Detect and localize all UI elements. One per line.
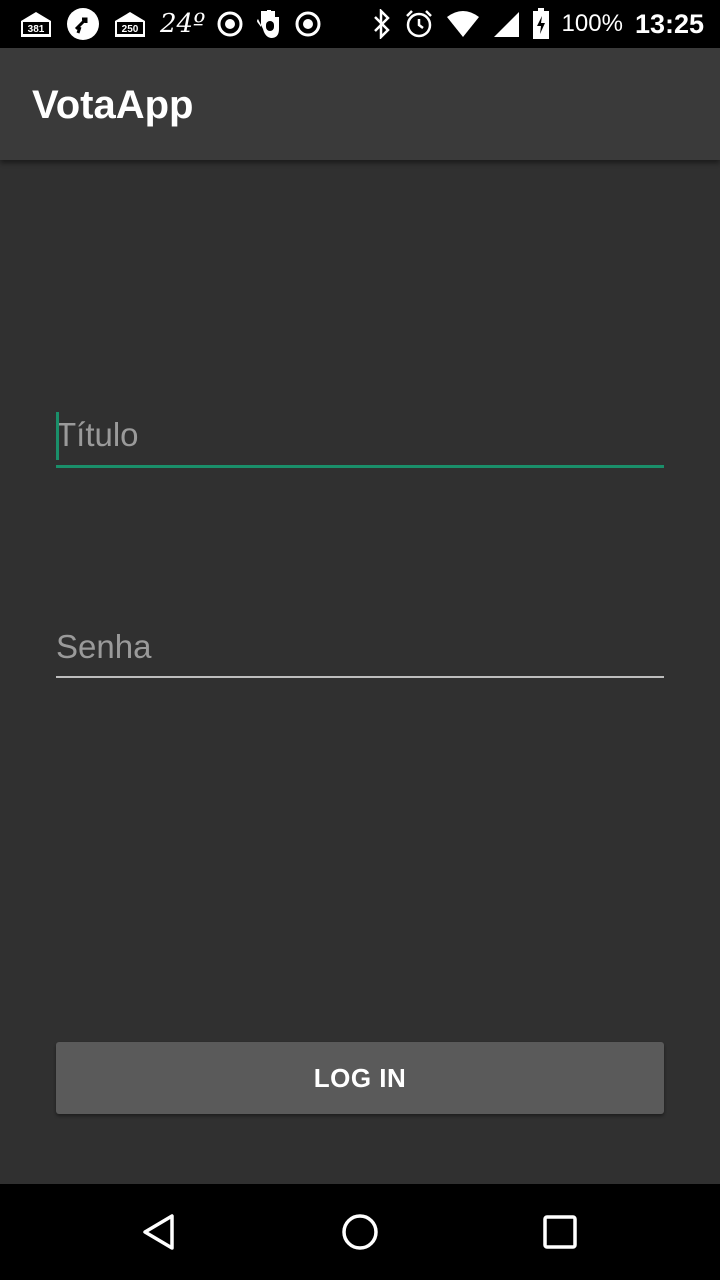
titulo-input[interactable]	[56, 408, 664, 462]
notification-area: 381 250 24º	[18, 0, 321, 48]
alarm-icon	[404, 9, 434, 39]
record-icon	[295, 11, 321, 37]
senha-field[interactable]	[56, 620, 664, 680]
clock-text: 13:25	[634, 8, 704, 39]
text-cursor	[56, 412, 59, 460]
temperature-text: 24º	[160, 9, 206, 39]
mail-250-icon: 250	[112, 9, 148, 39]
wifi-icon	[446, 10, 480, 38]
login-button[interactable]: LOG IN	[56, 1042, 664, 1114]
navigation-bar	[0, 1184, 720, 1280]
senha-input[interactable]	[56, 620, 664, 674]
back-button[interactable]	[132, 1204, 188, 1260]
battery-percent-text: 100%	[561, 10, 623, 37]
hand-icon	[255, 7, 283, 41]
badge-250-text: 250	[122, 24, 139, 35]
battery-icon	[532, 8, 550, 40]
tap-icon	[66, 7, 100, 41]
record-icon	[217, 11, 243, 37]
senha-underline	[56, 676, 664, 678]
signal-icon	[492, 10, 520, 38]
bluetooth-icon	[372, 9, 392, 39]
recents-icon	[543, 1215, 577, 1249]
titulo-underline	[56, 465, 664, 468]
mail-381-icon: 381	[18, 9, 54, 39]
home-icon	[342, 1214, 378, 1250]
app-bar: VotaApp	[0, 48, 720, 160]
home-button[interactable]	[332, 1204, 388, 1260]
badge-381-text: 381	[28, 24, 45, 35]
system-status-area: 100% 13:25	[372, 0, 704, 48]
login-screen: 381 250 24º 100% 13:25 VotaApp Título LO…	[0, 0, 720, 1280]
recents-button[interactable]	[532, 1204, 588, 1260]
back-icon	[143, 1214, 174, 1250]
status-bar: 381 250 24º 100% 13:25	[0, 0, 720, 48]
app-title: VotaApp	[32, 83, 194, 127]
titulo-field[interactable]	[56, 408, 664, 468]
